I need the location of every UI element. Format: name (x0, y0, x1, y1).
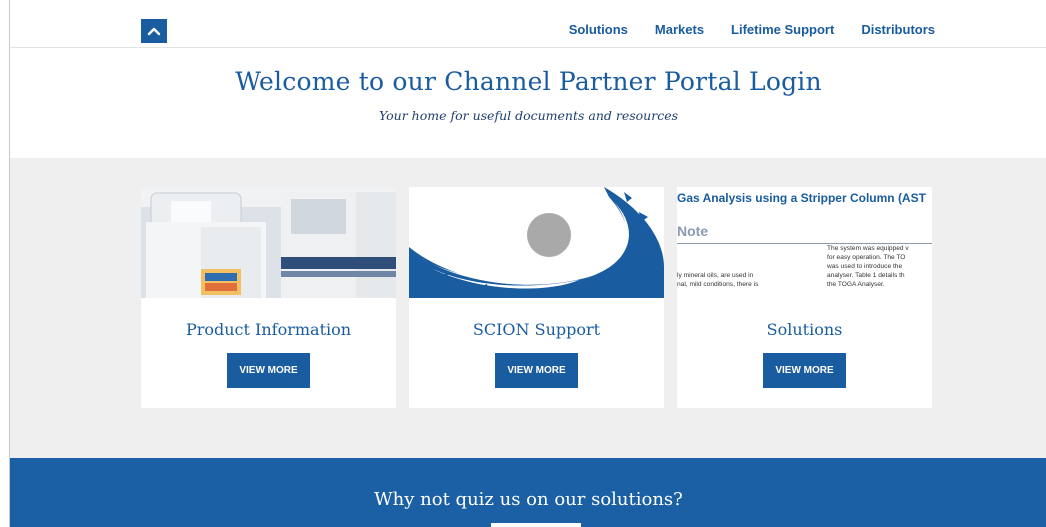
document-left-column: ly mineral oils, are used in nal, mild c… (677, 272, 759, 288)
nav-markets-link[interactable]: Markets (655, 22, 704, 37)
nav-distributors-link[interactable]: Distributors (861, 22, 935, 37)
card-title: Product Information (185, 320, 352, 339)
quiz-banner: Why not quiz us on our solutions? (10, 458, 1046, 527)
document-heading: Gas Analysis using a Stripper Column (AS… (677, 191, 926, 205)
hero-section: Welcome to our Channel Partner Portal Lo… (10, 48, 1046, 158)
scroll-top-button[interactable] (141, 19, 167, 43)
product-information-image (141, 187, 396, 298)
view-more-button[interactable]: VIEW MORE (495, 353, 578, 388)
banner-button[interactable] (491, 523, 581, 527)
card-title: Solutions (766, 320, 843, 339)
card-solutions: Gas Analysis using a Stripper Column (AS… (677, 187, 932, 408)
document-right-column: The system was equipped v for easy opera… (827, 245, 909, 288)
card-product-information: Product Information VIEW MORE (141, 187, 396, 408)
page: Solutions Markets Lifetime Support Distr… (9, 0, 1046, 527)
card-scion-support: SCION Support VIEW MORE (409, 187, 664, 408)
chevron-up-icon (147, 27, 161, 36)
nav-solutions-link[interactable]: Solutions (569, 22, 628, 37)
main-nav: Solutions Markets Lifetime Support Distr… (569, 22, 935, 37)
view-more-button[interactable]: VIEW MORE (763, 353, 846, 388)
solutions-document-image: Gas Analysis using a Stripper Column (AS… (677, 187, 932, 298)
page-subtitle: Your home for useful documents and resou… (378, 108, 679, 123)
cards-section: Product Information VIEW MORE SCION Supp… (10, 158, 1046, 458)
banner-heading: Why not quiz us on our solutions? (374, 489, 683, 510)
view-more-button[interactable]: VIEW MORE (227, 353, 310, 388)
nav-lifetime-support-link[interactable]: Lifetime Support (731, 22, 834, 37)
document-note-label: Note (677, 223, 709, 239)
page-title: Welcome to our Channel Partner Portal Lo… (235, 67, 822, 96)
card-title: SCION Support (472, 320, 601, 339)
top-navigation-bar: Solutions Markets Lifetime Support Distr… (10, 10, 1046, 48)
scion-support-image (409, 187, 664, 298)
